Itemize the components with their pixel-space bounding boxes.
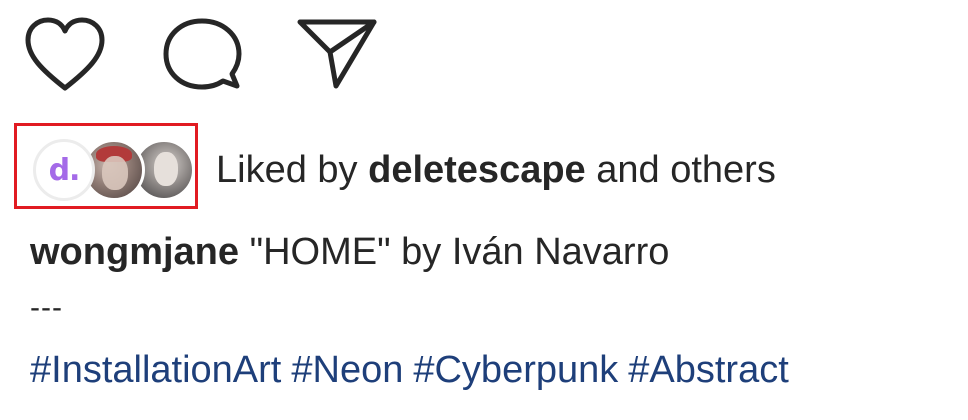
hashtag-link[interactable]: #Abstract bbox=[628, 349, 789, 391]
post-footer: d. Liked by deletescape and others wongm… bbox=[0, 0, 968, 420]
liked-by-user-link[interactable]: deletescape bbox=[368, 149, 586, 191]
heart-icon[interactable] bbox=[22, 14, 108, 94]
liked-by-suffix[interactable]: and others bbox=[596, 149, 776, 191]
post-caption: wongmjane "HOME" by Iván Navarro bbox=[30, 228, 669, 276]
deletescape-logo: d. bbox=[48, 152, 81, 188]
avatar-photo-face bbox=[102, 156, 128, 190]
post-actions bbox=[22, 14, 378, 94]
caption-username-link[interactable]: wongmjane bbox=[30, 231, 239, 273]
caption-divider: --- bbox=[30, 291, 63, 324]
liked-by-prefix: Liked by bbox=[216, 149, 358, 191]
comment-icon[interactable] bbox=[162, 14, 242, 94]
liker-avatars[interactable]: d. bbox=[33, 139, 195, 203]
caption-hashtags: #InstallationArt #Neon #Cyberpunk #Abstract bbox=[30, 346, 799, 394]
avatar-deletescape[interactable]: d. bbox=[33, 139, 95, 201]
liked-by-text[interactable]: Liked by deletescape and others bbox=[216, 146, 776, 194]
send-icon[interactable] bbox=[296, 14, 378, 94]
caption-text: "HOME" by Iván Navarro bbox=[249, 231, 670, 273]
hashtag-link[interactable]: #Neon bbox=[291, 349, 403, 391]
avatar-photo-face bbox=[154, 152, 178, 186]
hashtag-link[interactable]: #InstallationArt bbox=[30, 349, 281, 391]
hashtag-link[interactable]: #Cyberpunk bbox=[413, 349, 618, 391]
